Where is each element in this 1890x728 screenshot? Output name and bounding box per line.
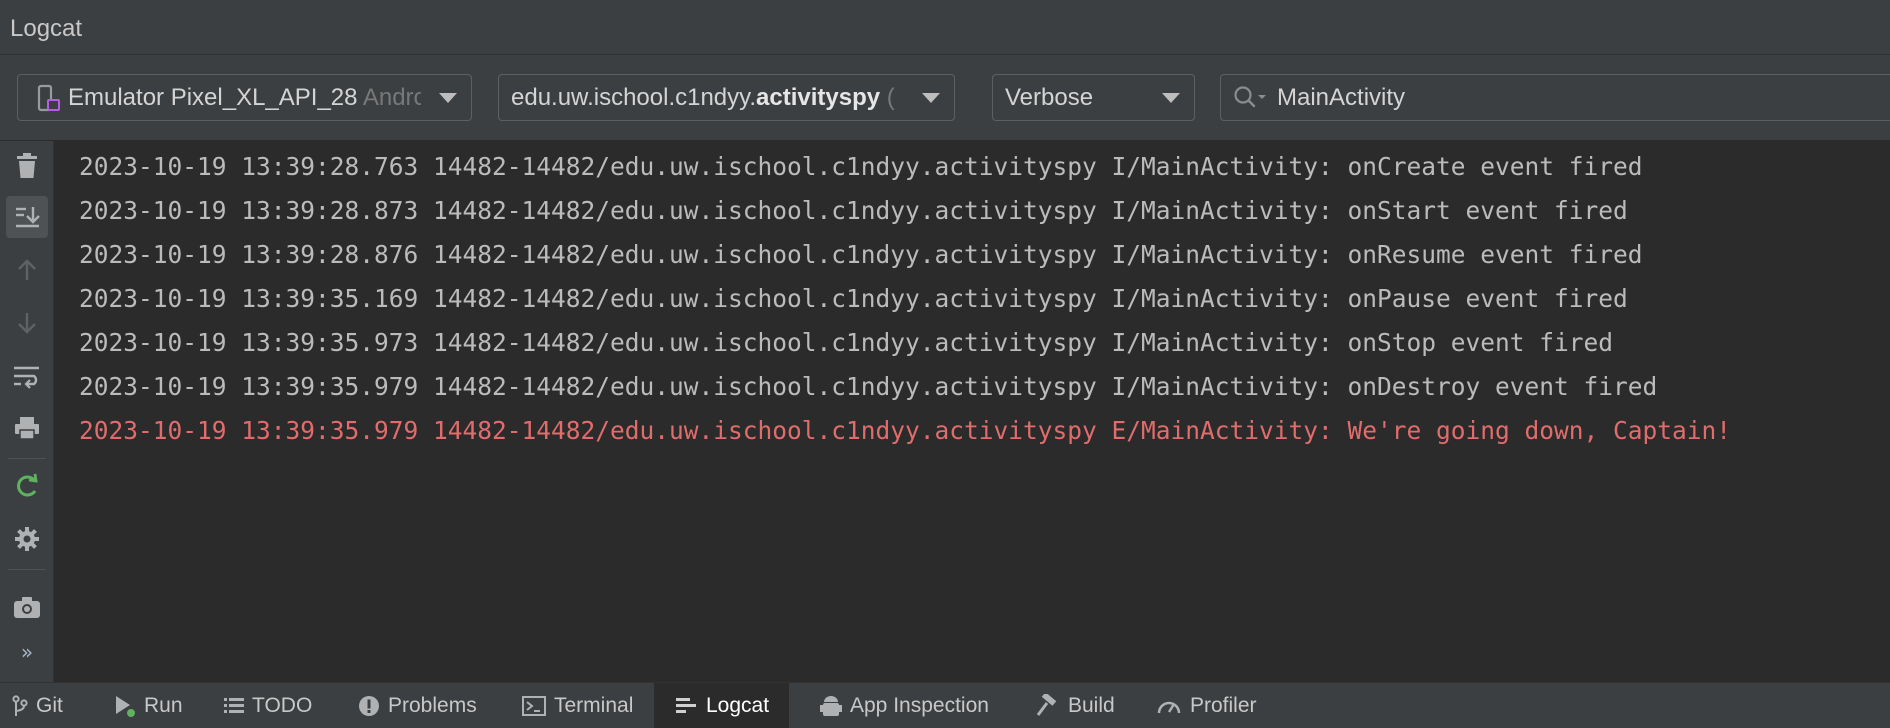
package-suffix: ( bbox=[880, 84, 895, 111]
restart-icon[interactable] bbox=[6, 465, 48, 507]
search-input[interactable] bbox=[1277, 82, 1877, 114]
log-line: 2023-10-19 13:39:28.763 14482-14482/edu.… bbox=[79, 152, 1643, 181]
gauge-icon bbox=[1156, 696, 1182, 716]
tab-git[interactable]: Git bbox=[12, 683, 63, 728]
search-icon bbox=[1234, 86, 1266, 108]
log-line: 2023-10-19 13:39:28.876 14482-14482/edu.… bbox=[79, 240, 1643, 269]
tab-build[interactable]: Build bbox=[1036, 683, 1115, 728]
problems-icon bbox=[358, 695, 380, 717]
device-name: Emulator Pixel_XL_API_28 bbox=[68, 84, 358, 111]
trash-icon[interactable] bbox=[6, 145, 48, 187]
window-title: Logcat bbox=[10, 15, 83, 42]
arrow-up-icon[interactable] bbox=[6, 249, 48, 291]
log-line: 2023-10-19 13:39:35.169 14482-14482/edu.… bbox=[79, 284, 1628, 313]
tab-app-inspection[interactable]: App Inspection bbox=[820, 683, 989, 728]
logcat-sidebar: » bbox=[0, 141, 54, 682]
logcat-icon bbox=[676, 697, 698, 715]
log-line-error: 2023-10-19 13:39:35.979 14482-14482/edu.… bbox=[79, 416, 1732, 445]
print-icon[interactable] bbox=[6, 407, 48, 449]
log-level-dropdown[interactable]: Verbose bbox=[992, 74, 1195, 121]
package-dropdown[interactable]: edu.uw.ischool.c1ndyy.activityspy ( bbox=[498, 74, 955, 121]
gear-icon[interactable] bbox=[6, 518, 48, 560]
list-icon bbox=[224, 697, 244, 715]
sidebar-divider bbox=[8, 458, 46, 459]
log-line: 2023-10-19 13:39:35.979 14482-14482/edu.… bbox=[79, 372, 1658, 401]
camera-icon[interactable] bbox=[6, 586, 48, 628]
log-line: 2023-10-19 13:39:35.973 14482-14482/edu.… bbox=[79, 328, 1614, 357]
app-inspection-icon bbox=[820, 694, 842, 718]
log-line: 2023-10-19 13:39:28.873 14482-14482/edu.… bbox=[79, 196, 1628, 225]
soft-wrap-icon[interactable] bbox=[6, 355, 48, 397]
terminal-icon bbox=[522, 695, 546, 716]
chevron-down-icon bbox=[439, 93, 457, 103]
package-app: activityspy bbox=[756, 84, 881, 111]
log-output[interactable]: 2023-10-19 13:39:28.763 14482-14482/edu.… bbox=[55, 141, 1890, 682]
tool-window-bar: Git Run TODO Problems Terminal Logcat Ap… bbox=[0, 682, 1890, 728]
tab-label: Build bbox=[1068, 693, 1115, 717]
more-icon[interactable]: » bbox=[6, 631, 48, 673]
device-suffix: Andro bbox=[362, 84, 421, 111]
tab-label: TODO bbox=[252, 693, 313, 717]
tab-todo[interactable]: TODO bbox=[224, 683, 312, 728]
tool-window-header: Logcat bbox=[0, 0, 1890, 55]
logcat-toolbar: Emulator Pixel_XL_API_28 Andro edu.uw.is… bbox=[0, 55, 1890, 141]
device-dropdown[interactable]: Emulator Pixel_XL_API_28 Andro bbox=[17, 74, 472, 121]
search-field[interactable] bbox=[1220, 74, 1890, 121]
tab-label: App Inspection bbox=[850, 693, 989, 717]
tab-label: Git bbox=[36, 693, 63, 717]
hammer-icon bbox=[1036, 693, 1060, 718]
chevron-down-icon bbox=[1162, 93, 1180, 103]
tab-label: Run bbox=[144, 693, 183, 717]
tab-label: Logcat bbox=[706, 693, 770, 717]
tab-problems[interactable]: Problems bbox=[358, 683, 477, 728]
arrow-down-icon[interactable] bbox=[6, 302, 48, 344]
package-prefix: edu.uw.ischool.c1ndyy. bbox=[511, 84, 757, 111]
sidebar-divider bbox=[8, 569, 46, 570]
tab-label: Problems bbox=[388, 693, 477, 717]
run-icon bbox=[114, 694, 136, 718]
tab-label: Profiler bbox=[1190, 693, 1257, 717]
chevron-down-icon bbox=[922, 93, 940, 103]
tab-profiler[interactable]: Profiler bbox=[1156, 683, 1257, 728]
tab-label: Terminal bbox=[554, 693, 634, 717]
device-icon bbox=[37, 84, 60, 112]
log-level-value: Verbose bbox=[1005, 84, 1094, 111]
scroll-to-end-icon[interactable] bbox=[6, 196, 48, 238]
git-branch-icon bbox=[12, 694, 28, 717]
tab-terminal[interactable]: Terminal bbox=[522, 683, 633, 728]
tab-logcat[interactable]: Logcat bbox=[654, 683, 790, 728]
tab-run[interactable]: Run bbox=[114, 683, 183, 728]
